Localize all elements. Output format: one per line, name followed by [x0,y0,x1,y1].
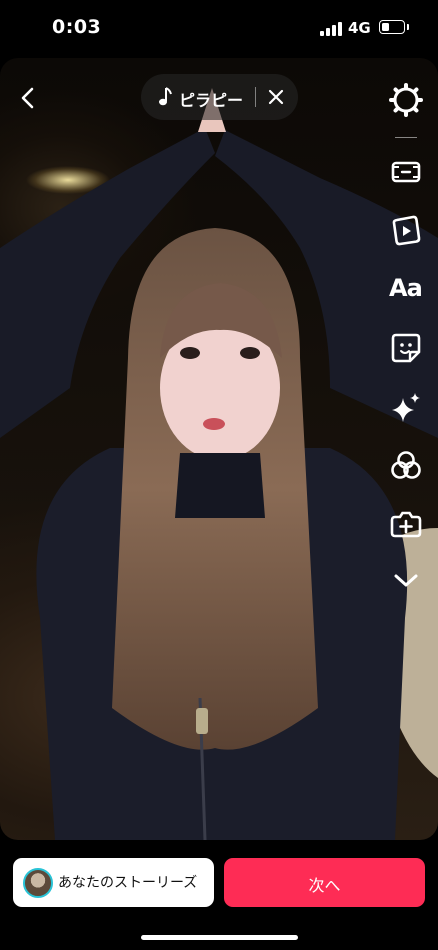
battery-icon [379,20,405,34]
preview-photo [0,88,438,840]
music-title: ピラピー [179,91,244,110]
home-indicator[interactable] [141,935,298,940]
your-stories-button[interactable]: あなたのストーリーズ [13,858,214,907]
add-clip-icon[interactable] [388,506,424,542]
battery-cap [407,24,409,30]
status-time: 0:03 [52,16,102,38]
remove-music-close-icon[interactable] [267,88,285,106]
toolbar-divider [395,137,417,138]
avatar [23,868,53,898]
music-note-icon [159,87,172,106]
next-label: 次へ [308,876,341,895]
flip-frame-icon[interactable] [388,154,424,190]
more-chevron-down-icon[interactable] [388,562,424,598]
your-stories-label: あなたのストーリーズ [58,875,198,891]
sticker-icon[interactable] [388,330,424,366]
video-preview[interactable]: ピラピー Aa [0,58,438,840]
video-template-icon[interactable] [388,212,424,248]
signal-icon [320,22,342,36]
network-label: 4G [348,19,371,37]
filters-icon[interactable] [388,448,424,484]
back-chevron-icon[interactable] [16,86,40,110]
settings-gear-icon[interactable] [388,82,424,118]
music-selector[interactable]: ピラピー [141,74,298,120]
status-bar: 0:03 4G [0,0,438,58]
next-button[interactable]: 次へ [224,858,425,907]
effects-sparkle-icon[interactable] [388,390,424,426]
music-divider [255,87,256,107]
text-tool-icon[interactable]: Aa [389,274,423,302]
